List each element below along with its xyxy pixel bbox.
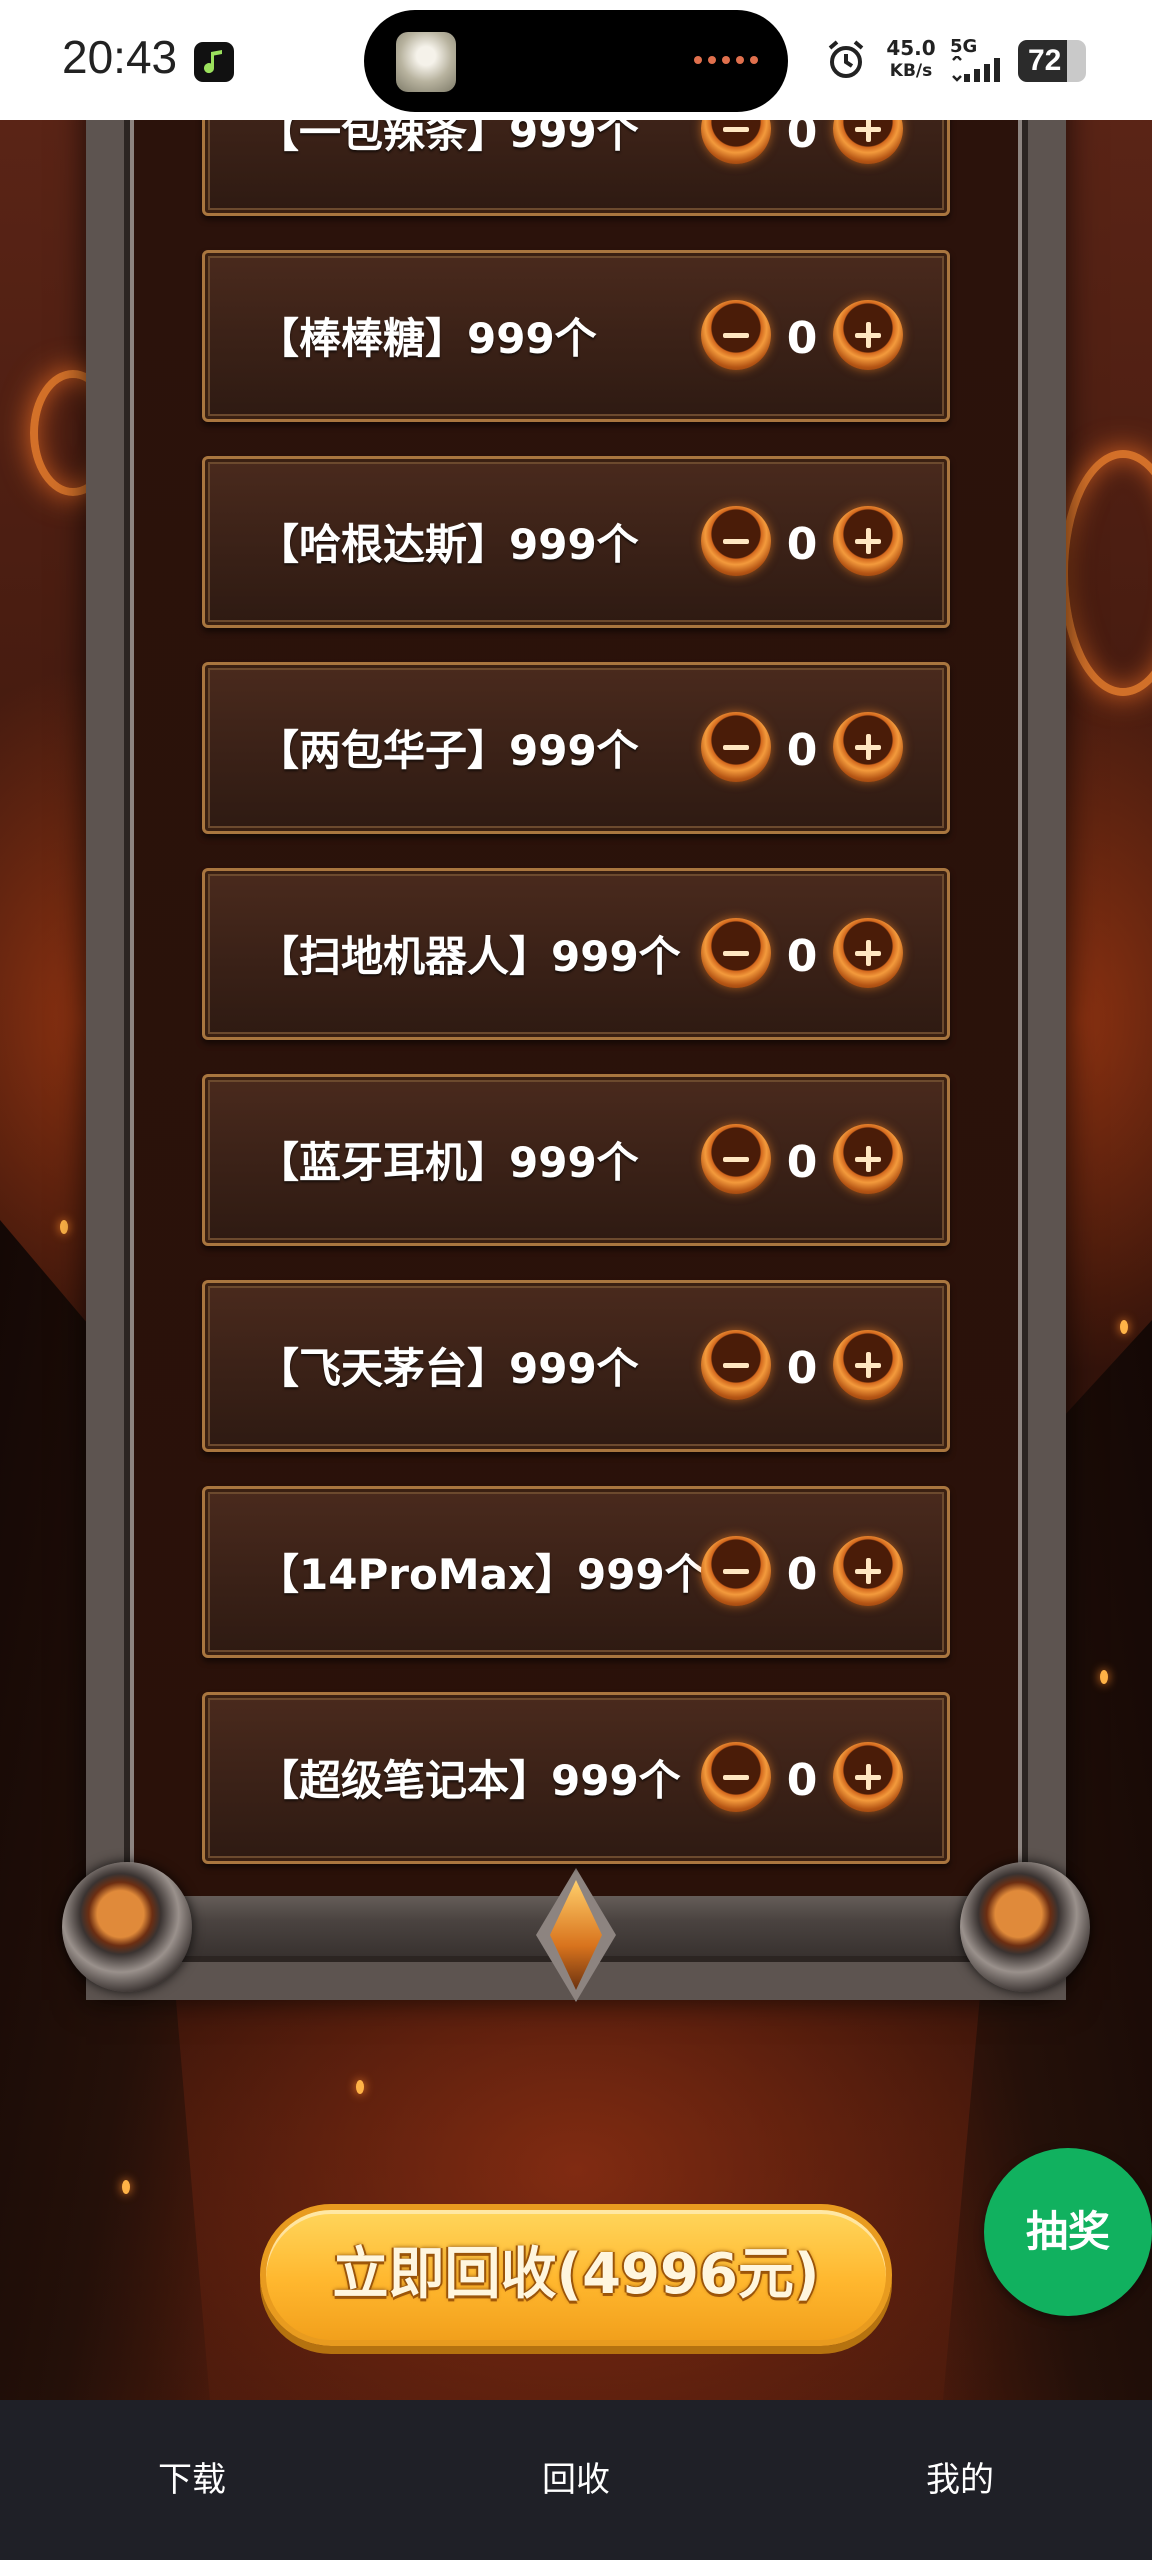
status-time: 20:43 [62,31,178,83]
dynamic-island [364,10,788,112]
item-row: 【蓝牙耳机】999个 0 [202,1074,950,1246]
network-speed: 45.0 KB/s [884,38,938,82]
item-row: 【飞天茅台】999个 0 [202,1280,950,1452]
increase-button[interactable] [833,712,903,782]
increase-button[interactable] [833,506,903,576]
decrease-button[interactable] [701,1536,771,1606]
item-name: 【14ProMax】999个 [257,1550,707,1599]
nav-item-download[interactable]: 下载 [0,2400,384,2560]
item-name: 【棒棒糖】999个 [257,314,597,363]
item-quantity: 0 [786,1343,818,1394]
media-thumbnail [396,32,456,92]
minus-icon [723,951,749,956]
minus-icon [723,1569,749,1574]
item-quantity: 0 [786,519,818,570]
minus-icon [723,745,749,750]
decrease-button[interactable] [701,918,771,988]
item-row: 【哈根达斯】999个 0 [202,456,950,628]
item-quantity: 0 [786,1137,818,1188]
increase-button[interactable] [833,1124,903,1194]
ember [1100,1670,1108,1684]
music-app-icon [194,42,234,82]
decrease-button[interactable] [701,506,771,576]
item-name: 【哈根达斯】999个 [257,520,639,569]
decrease-button[interactable] [701,1330,771,1400]
item-name: 【蓝牙耳机】999个 [257,1138,639,1187]
nav-item-mine[interactable]: 我的 [768,2400,1152,2560]
increase-button[interactable] [833,1536,903,1606]
item-row: 【两包华子】999个 0 [202,662,950,834]
decrease-button[interactable] [701,1124,771,1194]
increase-button[interactable] [833,1330,903,1400]
item-name: 【两包华子】999个 [257,726,639,775]
item-quantity: 0 [786,931,818,982]
ember [122,2180,130,2194]
item-row: 【超级笔记本】999个 0 [202,1692,950,1864]
recycle-now-label: 立即回收(4996元) [332,2242,820,2307]
increase-button[interactable] [833,300,903,370]
item-name: 【扫地机器人】999个 [257,932,681,981]
network-speed-value: 45.0 [886,36,936,60]
nav-item-recycle[interactable]: 回收 [384,2400,768,2560]
item-name: 【飞天茅台】999个 [257,1344,639,1393]
decrease-button[interactable] [701,300,771,370]
bottom-nav: 下载 回收 我的 [0,2400,1152,2560]
item-quantity: 0 [786,725,818,776]
status-bar: 20:43 45.0 KB/s 5G 72 [0,0,1152,120]
signal-icon [950,54,1010,86]
battery-indicator: 72 [1018,40,1086,82]
ember [356,2080,364,2094]
ember [1120,1320,1128,1334]
minus-icon [723,539,749,544]
item-name: 【超级笔记本】999个 [257,1756,681,1805]
item-row: 【扫地机器人】999个 0 [202,868,950,1040]
network-type: 5G [950,36,978,57]
network-speed-unit: KB/s [889,61,933,81]
recycle-now-button[interactable]: 立即回收(4996元) [260,2204,892,2346]
item-row: 【棒棒糖】999个 0 [202,250,950,422]
lottery-button[interactable]: 抽奖 [984,2148,1152,2316]
lottery-label: 抽奖 [1025,2207,1110,2256]
ember [60,1220,68,1234]
audio-wave-icon [694,56,758,66]
increase-button[interactable] [833,918,903,988]
minus-icon [723,127,749,132]
minus-icon [723,1157,749,1162]
item-quantity: 0 [786,313,818,364]
frame-medallion-right [960,1862,1090,1992]
frame-medallion-left [62,1862,192,1992]
item-row: 【14ProMax】999个 0 [202,1486,950,1658]
rune-circle-right [1060,450,1152,696]
minus-icon [723,1363,749,1368]
decrease-button[interactable] [701,1742,771,1812]
item-quantity: 0 [786,1755,818,1806]
minus-icon [723,333,749,338]
alarm-icon [824,38,868,86]
minus-icon [723,1775,749,1780]
decrease-button[interactable] [701,712,771,782]
increase-button[interactable] [833,1742,903,1812]
item-quantity: 0 [786,1549,818,1600]
